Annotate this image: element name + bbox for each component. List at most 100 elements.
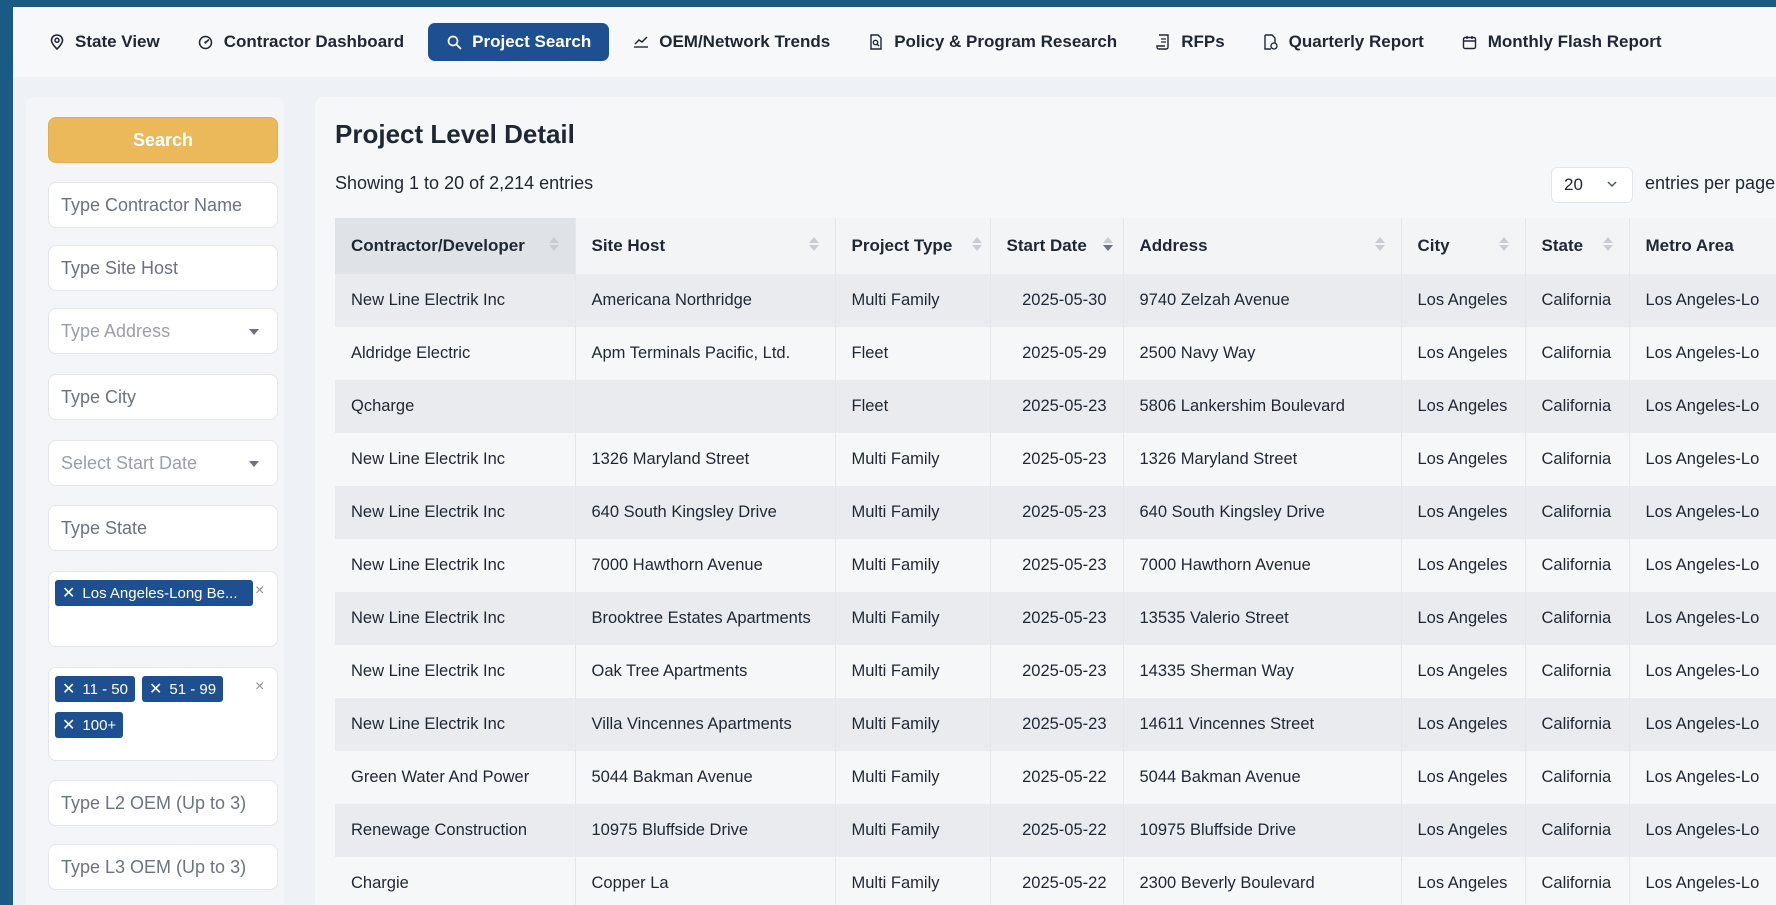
contractor-name-input[interactable]: Type Contractor Name — [48, 182, 278, 228]
cell-start-date: 2025-05-23 — [990, 645, 1124, 698]
nav-quarterly-report[interactable]: Quarterly Report — [1249, 23, 1438, 61]
column-header-label: Contractor/Developer — [351, 236, 525, 255]
metro-area-multiselect[interactable]: ✕ Los Angeles-Long Be... × — [48, 571, 278, 647]
table-row[interactable]: Aldridge Electric Apm Terminals Pacific, … — [335, 327, 1776, 380]
state-input[interactable]: Type State — [48, 505, 278, 551]
cell-state: California — [1525, 645, 1630, 698]
cell-state: California — [1525, 274, 1630, 327]
cell-start-date: 2025-05-30 — [990, 274, 1124, 327]
city-input[interactable]: Type City — [48, 374, 278, 420]
nav-label: Quarterly Report — [1288, 32, 1424, 51]
metro-tag[interactable]: ✕ Los Angeles-Long Be... — [55, 580, 253, 606]
nav-state-view[interactable]: State View — [35, 23, 174, 61]
column-header-label: Project Type — [851, 236, 953, 255]
table-row[interactable]: New Line Electrik Inc Brooktree Estates A… — [335, 592, 1776, 645]
nav-monthly-flash-report[interactable]: Monthly Flash Report — [1448, 23, 1676, 61]
size-tag[interactable]: ✕ 51 - 99 — [142, 676, 224, 702]
table-row[interactable]: Renewage Construction 10975 Bluffside Dri… — [335, 804, 1776, 857]
table-row[interactable]: New Line Electrik Inc Villa Vincennes Apa… — [335, 698, 1776, 751]
gauge-icon — [198, 34, 214, 50]
cell-project-type: Multi Family — [835, 592, 991, 645]
cell-city: Los Angeles — [1401, 592, 1526, 645]
cell-address: 2500 Navy Way — [1123, 327, 1402, 380]
nav-rfps[interactable]: RFPs — [1141, 23, 1238, 61]
cell-site-host: Oak Tree Apartments — [575, 645, 836, 698]
app-frame: State View Contractor Dashboard Project … — [13, 7, 1776, 905]
caret-down-icon — [249, 461, 259, 467]
report-icon — [1263, 34, 1279, 50]
entries-per-page-select[interactable]: 20 — [1551, 167, 1633, 203]
cell-address: 1326 Maryland Street — [1123, 433, 1402, 486]
table-row[interactable]: New Line Electrik Inc 640 South Kingsley … — [335, 486, 1776, 539]
entries-per-page-label: entries per page — [1645, 173, 1776, 193]
size-tag-label: 51 - 99 — [169, 680, 217, 698]
table-row[interactable]: New Line Electrik Inc Americana Northridg… — [335, 274, 1776, 327]
size-multiselect[interactable]: ✕ 11 - 50 ✕ 51 - 99 ✕ 100+ × — [48, 667, 278, 761]
nav-project-search[interactable]: Project Search — [428, 23, 610, 61]
column-header-address[interactable]: Address — [1123, 218, 1402, 274]
scroll-icon — [1155, 34, 1171, 50]
column-header-site-host[interactable]: Site Host — [575, 218, 836, 274]
cell-city: Los Angeles — [1401, 433, 1526, 486]
nav-oem-network-trends[interactable]: OEM/Network Trends — [619, 23, 844, 61]
cell-site-host: 10975 Bluffside Drive — [575, 804, 836, 857]
sort-icon — [808, 237, 819, 251]
cell-city: Los Angeles — [1401, 274, 1526, 327]
column-header-metro-area[interactable]: Metro Area — [1629, 218, 1776, 274]
sort-icon — [1602, 237, 1613, 251]
size-tag[interactable]: ✕ 100+ — [55, 712, 124, 738]
site-host-input[interactable]: Type Site Host — [48, 245, 278, 291]
table-row[interactable]: New Line Electrik Inc 1326 Maryland Stree… — [335, 433, 1776, 486]
cell-start-date: 2025-05-23 — [990, 698, 1124, 751]
nav-policy-program-research[interactable]: Policy & Program Research — [854, 23, 1131, 61]
table-row[interactable]: Qcharge Fleet 2025-05-23 5806 Lankershim Bo… — [335, 380, 1776, 433]
table-row[interactable]: New Line Electrik Inc Oak Tree Apartments… — [335, 645, 1776, 698]
cell-contractor: Chargie — [335, 857, 576, 905]
nav-label: RFPs — [1181, 32, 1225, 51]
clear-icon[interactable]: × — [255, 678, 264, 696]
cell-address: 7000 Hawthorn Avenue — [1123, 539, 1402, 592]
cell-state: California — [1525, 433, 1630, 486]
nav-contractor-dashboard[interactable]: Contractor Dashboard — [184, 23, 418, 61]
location-pin-icon — [49, 34, 65, 50]
cell-city: Los Angeles — [1401, 327, 1526, 380]
cell-start-date: 2025-05-23 — [990, 380, 1124, 433]
cell-project-type: Fleet — [835, 327, 991, 380]
cell-start-date: 2025-05-23 — [990, 433, 1124, 486]
table-row[interactable]: Chargie Copper La Multi Family 2025-05-22 23… — [335, 857, 1776, 905]
tag-remove-icon[interactable]: ✕ — [62, 583, 75, 603]
column-header-project-type[interactable]: Project Type — [835, 218, 991, 274]
cell-project-type: Multi Family — [835, 857, 991, 905]
nav-label: Contractor Dashboard — [223, 32, 405, 51]
table-row[interactable]: Green Water And Power 5044 Bakman Avenue M… — [335, 751, 1776, 804]
project-table: Contractor/Developer Site Host Project T… — [335, 218, 1776, 905]
cell-start-date: 2025-05-22 — [990, 804, 1124, 857]
cell-address: 10975 Bluffside Drive — [1123, 804, 1402, 857]
size-tag[interactable]: ✕ 11 - 50 — [55, 676, 135, 702]
cell-project-type: Multi Family — [835, 804, 991, 857]
sort-icon — [1498, 237, 1509, 251]
start-date-select[interactable]: Select Start Date — [48, 440, 278, 486]
cell-project-type: Multi Family — [835, 751, 991, 804]
column-header-city[interactable]: City — [1401, 218, 1526, 274]
cell-address: 14611 Vincennes Street — [1123, 698, 1402, 751]
cell-metro-area: Los Angeles-Lo — [1629, 857, 1776, 905]
table-row[interactable]: New Line Electrik Inc 7000 Hawthorn Avenu… — [335, 539, 1776, 592]
l3-oem-input[interactable]: Type L3 OEM (Up to 3) — [48, 844, 278, 890]
column-header-state[interactable]: State — [1525, 218, 1630, 274]
nav-label: Policy & Program Research — [894, 32, 1118, 51]
l2-oem-input[interactable]: Type L2 OEM (Up to 3) — [48, 780, 278, 826]
column-header-contractor[interactable]: Contractor/Developer — [335, 218, 576, 274]
address-select[interactable]: Type Address — [48, 308, 278, 354]
column-header-start-date[interactable]: Start Date — [990, 218, 1124, 274]
tag-remove-icon[interactable]: ✕ — [149, 679, 162, 699]
cell-city: Los Angeles — [1401, 698, 1526, 751]
cell-site-host: Villa Vincennes Apartments — [575, 698, 836, 751]
search-button[interactable]: Search — [48, 117, 278, 163]
clear-icon[interactable]: × — [255, 582, 264, 600]
cell-city: Los Angeles — [1401, 751, 1526, 804]
cell-contractor: Qcharge — [335, 380, 576, 433]
tag-remove-icon[interactable]: ✕ — [62, 715, 75, 735]
tag-remove-icon[interactable]: ✕ — [62, 679, 75, 699]
calendar-icon — [1462, 34, 1478, 50]
